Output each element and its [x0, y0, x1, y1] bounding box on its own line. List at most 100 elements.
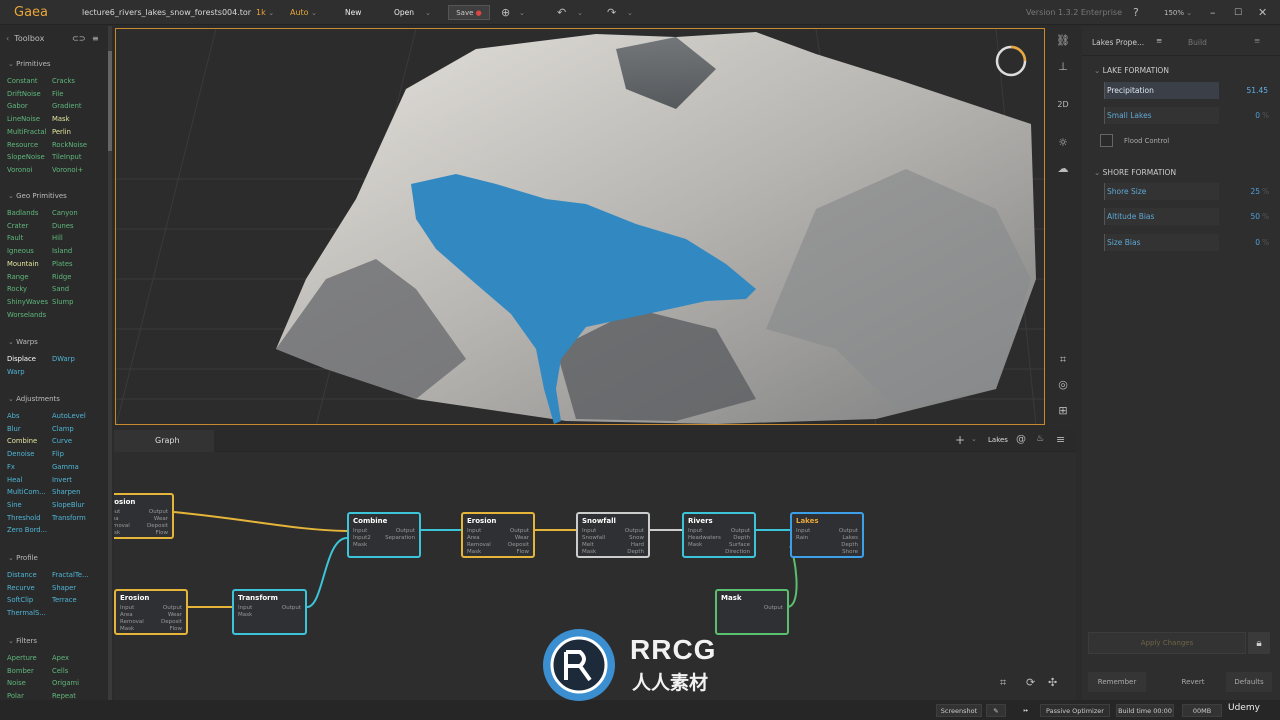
- node-input-port[interactable]: Melt: [582, 542, 594, 548]
- remember-button[interactable]: Remember: [1088, 672, 1146, 692]
- toolbox-scrollbar[interactable]: [108, 26, 112, 720]
- toolbox-item[interactable]: Dunes: [52, 222, 74, 230]
- toolbox-item[interactable]: Warp: [7, 368, 25, 376]
- toolbox-item[interactable]: Badlands: [7, 209, 38, 217]
- node-input-port[interactable]: Input: [688, 528, 702, 534]
- toolbox-item[interactable]: Invert: [52, 476, 72, 484]
- new-button[interactable]: New: [345, 0, 361, 25]
- flood-control-checkbox[interactable]: [1100, 134, 1113, 147]
- small-lakes-slider[interactable]: Small Lakes: [1104, 107, 1219, 124]
- graph-node-erosion3[interactable]: Erosion Input Area Removal Mask Output Wear Dep…: [114, 589, 188, 635]
- node-output-port[interactable]: Hard: [631, 542, 644, 548]
- build-menu-icon[interactable]: ≡: [1254, 36, 1260, 45]
- toolbox-item[interactable]: Cracks: [52, 77, 75, 85]
- toolbox-item[interactable]: Fx: [7, 463, 15, 471]
- grid-icon[interactable]: ⊞: [1050, 404, 1076, 417]
- node-input-port[interactable]: Input: [114, 509, 120, 515]
- lake-formation-heading[interactable]: LAKE FORMATION: [1094, 66, 1169, 75]
- shore-formation-heading[interactable]: SHORE FORMATION: [1094, 168, 1176, 177]
- toolbox-item[interactable]: Zero Bord...: [7, 526, 47, 534]
- toolbox-item[interactable]: Resource: [7, 141, 38, 149]
- node-input-port[interactable]: Input: [467, 528, 481, 534]
- altitude-bias-slider[interactable]: Altitude Bias: [1104, 208, 1219, 225]
- small-lakes-value[interactable]: 0: [1222, 111, 1260, 120]
- toolbox-item[interactable]: Blur: [7, 425, 21, 433]
- lock-icon[interactable]: 🔒︎: [1248, 632, 1270, 654]
- add-circle-icon[interactable]: ⊕: [501, 0, 510, 25]
- toolbox-item[interactable]: Sharpen: [52, 488, 80, 496]
- toolbox-item[interactable]: Crater: [7, 222, 28, 230]
- node-input-port[interactable]: Input: [582, 528, 596, 534]
- node-input-port[interactable]: Input: [353, 528, 367, 534]
- toolbox-item[interactable]: Displace: [7, 355, 36, 363]
- toggle-2d-button[interactable]: 2D: [1050, 100, 1076, 109]
- node-input-port[interactable]: Input: [238, 605, 252, 611]
- toolbox-item[interactable]: Sand: [52, 285, 69, 293]
- node-input-port[interactable]: Mask: [238, 612, 252, 618]
- toolbox-item[interactable]: Mountain: [7, 260, 39, 268]
- screenshot-button[interactable]: Screenshot: [936, 704, 982, 717]
- precipitation-slider[interactable]: Precipitation: [1104, 82, 1219, 99]
- node-output-port[interactable]: Flow: [169, 626, 182, 632]
- node-output-port[interactable]: Output: [625, 528, 644, 534]
- help-icon[interactable]: ?: [1133, 0, 1139, 25]
- open-chevron-icon[interactable]: ⌄: [425, 0, 431, 25]
- toolbox-item[interactable]: Abs: [7, 412, 20, 420]
- toolbox-item[interactable]: FractalTe...: [52, 571, 89, 579]
- toolbox-section-profile[interactable]: Profile: [8, 554, 38, 562]
- node-input-port[interactable]: Mask: [120, 626, 134, 632]
- node-input-port[interactable]: Mask: [353, 542, 367, 548]
- node-input-port[interactable]: Input: [120, 605, 134, 611]
- toolbox-item[interactable]: Ridge: [52, 273, 71, 281]
- redo-icon[interactable]: ↷: [607, 0, 616, 25]
- toolbox-item[interactable]: Igneous: [7, 247, 34, 255]
- node-output-port[interactable]: Depth: [841, 542, 858, 548]
- refresh-icon[interactable]: ⟳: [1026, 676, 1035, 689]
- graph-node-transform[interactable]: Transform Input Mask Output: [232, 589, 307, 635]
- toolbox-item[interactable]: Bomber: [7, 667, 34, 675]
- sun-icon[interactable]: ☼: [1050, 136, 1076, 149]
- terrain-render[interactable]: [116, 29, 1045, 425]
- spread-icon[interactable]: ✣: [1048, 676, 1057, 689]
- toolbox-item[interactable]: MultiFractal: [7, 128, 46, 136]
- toolbox-item[interactable]: Polar: [7, 692, 24, 700]
- toolbox-item[interactable]: MultiCom...: [7, 488, 46, 496]
- mode-dropdown[interactable]: Auto ⌄: [290, 0, 317, 25]
- node-output-port[interactable]: Surface: [729, 542, 750, 548]
- toolbox-item[interactable]: DriftNoise: [7, 90, 41, 98]
- toolbox-item[interactable]: Aperture: [7, 654, 37, 662]
- toolbox-item[interactable]: DWarp: [52, 355, 75, 363]
- fit-view-icon[interactable]: ⌗: [1000, 676, 1006, 690]
- save-button[interactable]: Save ●: [448, 5, 490, 20]
- shore-size-value[interactable]: 25: [1222, 187, 1260, 196]
- crop-icon[interactable]: ⌗: [1050, 353, 1076, 367]
- undo-chevron-icon[interactable]: ⌄: [577, 0, 583, 25]
- passive-optimizer-toggle[interactable]: Passive Optimizer: [1040, 704, 1110, 717]
- node-input-port[interactable]: Area: [120, 612, 133, 618]
- revert-button[interactable]: Revert: [1164, 672, 1222, 692]
- node-output-port[interactable]: Output: [731, 528, 750, 534]
- graph-node-rivers[interactable]: Rivers Input Headwaters Mask Output Depth Surf…: [682, 512, 756, 558]
- toolbox-item[interactable]: Recurve: [7, 584, 35, 592]
- toolbox-item[interactable]: Canyon: [52, 209, 78, 217]
- zoom-dropdown[interactable]: 150% ⌄: [1164, 0, 1192, 25]
- graph-node-erosion2[interactable]: Erosion Input Area Removal Mask Output Wear Dep…: [461, 512, 535, 558]
- node-output-port[interactable]: Output: [396, 528, 415, 534]
- graph-node-lakes[interactable]: Lakes Input Rain Output Lakes Depth Shore: [790, 512, 864, 558]
- file-name[interactable]: lecture6_rivers_lakes_snow_forests004.to…: [82, 0, 251, 25]
- size-bias-slider[interactable]: Size Bias: [1104, 234, 1219, 251]
- precipitation-value[interactable]: 51.45: [1222, 86, 1268, 95]
- add-chevron-icon[interactable]: ⌄: [519, 0, 525, 25]
- node-input-port[interactable]: Mask: [582, 549, 596, 555]
- size-bias-value[interactable]: 0: [1222, 238, 1260, 247]
- toolbox-item[interactable]: Plates: [52, 260, 73, 268]
- node-output-port[interactable]: Wear: [154, 516, 168, 522]
- toolbox-item[interactable]: LineNoise: [7, 115, 40, 123]
- node-input-port[interactable]: Headwaters: [688, 535, 721, 541]
- node-output-port[interactable]: Direction: [725, 549, 750, 555]
- altitude-bias-value[interactable]: 50: [1222, 212, 1260, 221]
- toolbox-item[interactable]: SlopeNoise: [7, 153, 45, 161]
- fast-forward-icon[interactable]: ⏩︎: [1016, 704, 1036, 717]
- resolution-dropdown[interactable]: 1k ⌄: [256, 0, 274, 25]
- toolbox-section-geo-primitives[interactable]: Geo Primitives: [8, 192, 67, 200]
